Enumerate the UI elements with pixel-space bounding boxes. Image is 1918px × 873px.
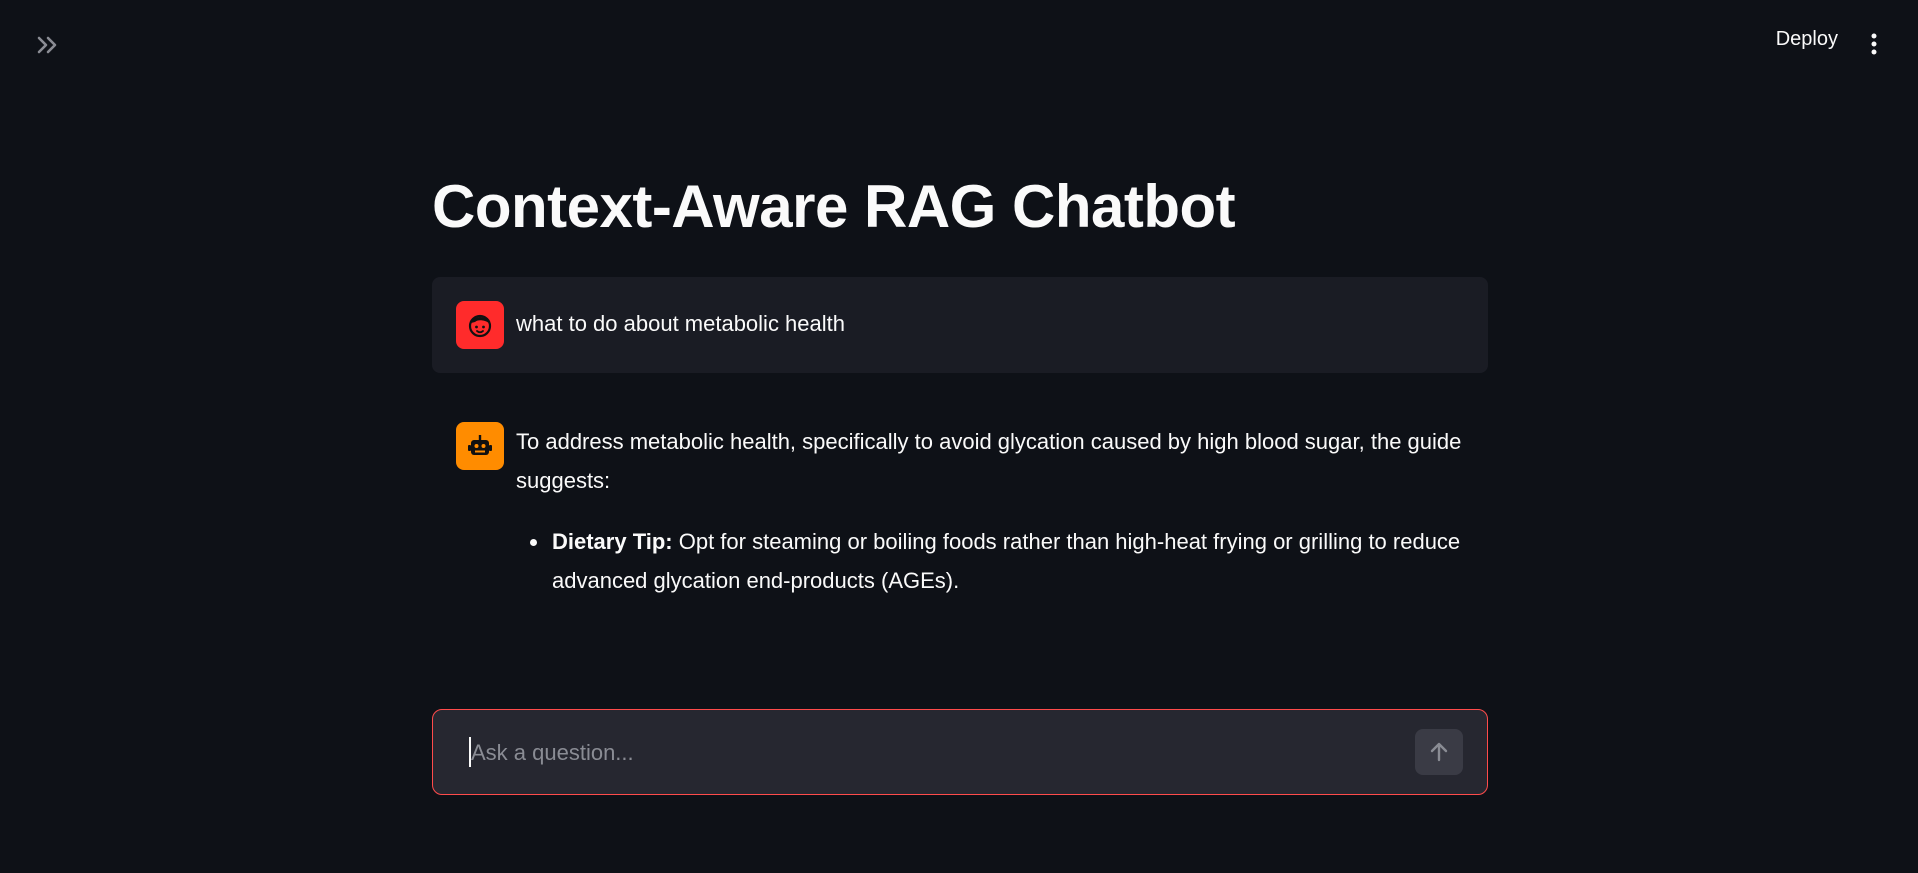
assistant-avatar xyxy=(456,422,504,470)
bullet-text: Opt for steaming or boiling foods rather… xyxy=(552,529,1461,593)
bullet-label: Dietary Tip: xyxy=(552,529,673,554)
robot-icon xyxy=(468,435,492,455)
assistant-message: To address metabolic health, specificall… xyxy=(432,422,1488,600)
expand-sidebar-button[interactable] xyxy=(30,30,66,60)
deploy-button[interactable]: Deploy xyxy=(1776,28,1838,51)
list-item: Dietary Tip: Opt for steaming or boiling… xyxy=(550,522,1488,600)
send-button[interactable] xyxy=(1415,729,1463,775)
arrow-up-icon xyxy=(1430,742,1448,762)
assistant-message-text: To address metabolic health, specificall… xyxy=(516,429,1462,493)
chat-input-container xyxy=(432,709,1488,795)
chat-input[interactable] xyxy=(469,732,1373,774)
main-menu-button[interactable] xyxy=(1864,30,1884,58)
assistant-message-content: To address metabolic health, specificall… xyxy=(516,422,1488,600)
user-face-icon xyxy=(468,314,492,338)
page-title: Context-Aware RAG Chatbot xyxy=(432,173,1236,240)
app-header: Deploy xyxy=(0,0,1918,90)
user-avatar xyxy=(456,301,504,349)
assistant-bullet-list: Dietary Tip: Opt for steaming or boiling… xyxy=(516,522,1488,600)
user-message-text: what to do about metabolic health xyxy=(516,311,846,336)
user-message: what to do about metabolic health xyxy=(432,277,1488,373)
vertical-ellipsis-icon xyxy=(1871,33,1877,55)
double-chevron-right-icon xyxy=(37,36,57,54)
text-cursor xyxy=(469,737,471,767)
